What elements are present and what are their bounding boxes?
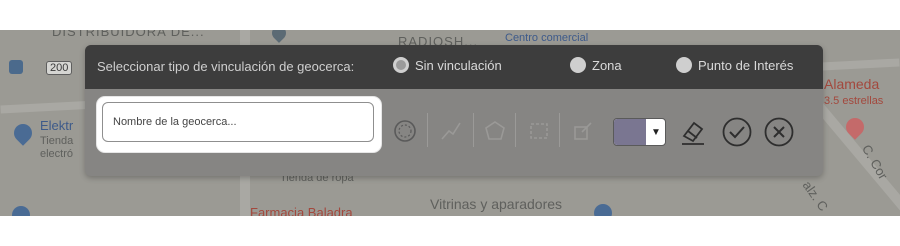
circle-tool-icon[interactable] xyxy=(391,117,419,145)
store-pin-icon[interactable] xyxy=(590,200,616,216)
radio-sin-vinculacion[interactable]: Sin vinculación xyxy=(393,57,502,73)
toolbar-body: ▼ xyxy=(85,89,823,176)
place-pin-icon[interactable] xyxy=(269,30,289,43)
toolbar-header: Seleccionar tipo de vinculación de geoce… xyxy=(85,45,823,89)
store-pin-icon[interactable] xyxy=(10,120,36,146)
radio-label: Punto de Interés xyxy=(698,57,794,73)
map-label: Elektr xyxy=(40,118,74,133)
map-label: Alameda xyxy=(824,76,880,92)
radio-unselected-icon[interactable] xyxy=(676,57,692,73)
chevron-down-icon[interactable]: ▼ xyxy=(647,119,665,145)
map-label: DISTRIBUIDORA DE... xyxy=(52,30,205,39)
store-pin-icon[interactable] xyxy=(8,202,34,216)
name-input-highlight xyxy=(97,97,381,152)
radio-label: Zona xyxy=(592,57,622,73)
link-type-label: Seleccionar tipo de vinculación de geoce… xyxy=(97,59,355,74)
radio-unselected-icon[interactable] xyxy=(570,57,586,73)
divider xyxy=(427,113,428,147)
polygon-tool-icon[interactable] xyxy=(481,117,509,145)
cancel-icon[interactable] xyxy=(763,116,795,148)
radio-label: Sin vinculación xyxy=(415,57,502,73)
divider xyxy=(473,113,474,147)
edit-tool-icon[interactable] xyxy=(569,117,597,145)
radio-selected-icon[interactable] xyxy=(393,57,409,73)
color-picker[interactable]: ▼ xyxy=(613,118,666,146)
radio-punto-interes[interactable]: Punto de Interés xyxy=(676,57,793,73)
confirm-icon[interactable] xyxy=(721,116,753,148)
divider xyxy=(515,113,516,147)
map-label: Centro comercial xyxy=(505,32,589,44)
map-label: Farmacia Baladra xyxy=(250,205,353,216)
map-label: Tienda xyxy=(40,135,74,147)
geofence-toolbar: Seleccionar tipo de vinculación de geoce… xyxy=(85,45,823,176)
map-label: 3.5 estrellas xyxy=(824,95,884,107)
route-number-badge: 200 xyxy=(46,61,73,75)
polyline-tool-icon[interactable] xyxy=(437,117,465,145)
map-label: alz. C xyxy=(799,178,832,214)
rectangle-tool-icon[interactable] xyxy=(525,117,553,145)
radio-zona[interactable]: Zona xyxy=(570,57,622,73)
bus-stop-icon xyxy=(9,60,23,74)
map-label: electró xyxy=(40,148,74,160)
divider xyxy=(559,113,560,147)
color-swatch[interactable] xyxy=(614,119,646,145)
map-label: Vitrinas y aparadores xyxy=(430,196,563,212)
eraser-icon[interactable] xyxy=(677,116,709,148)
geofence-name-input[interactable] xyxy=(102,102,374,142)
